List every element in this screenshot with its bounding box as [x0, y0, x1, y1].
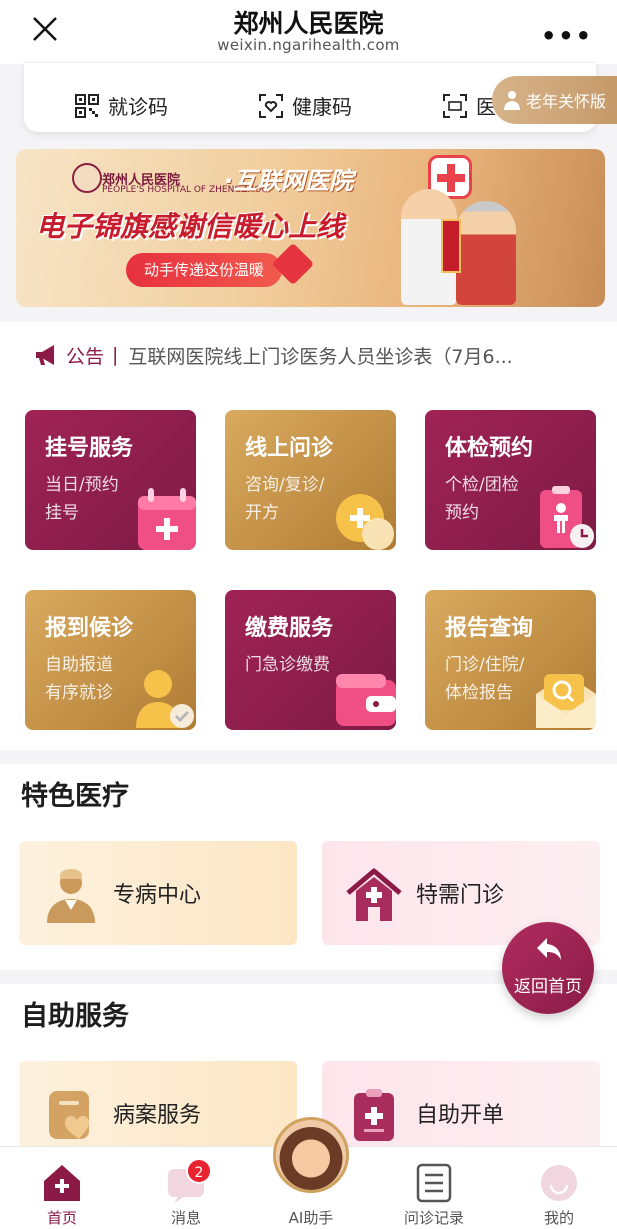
- record-heart-icon: [49, 1091, 90, 1139]
- calendar-plus-icon: [138, 488, 196, 550]
- page-url: weixin.ngarihealth.com: [217, 36, 400, 54]
- banner-internet-hospital: ·互联网医院: [224, 167, 354, 195]
- health-code-label: 健康码: [292, 95, 352, 119]
- health-scan-icon: [259, 93, 283, 118]
- report-query-tile[interactable]: 报告查询 门诊/住院/ 体检报告: [425, 590, 596, 730]
- chat-plus-icon: [336, 494, 394, 550]
- feature-label: 病案服务: [113, 1103, 202, 1128]
- tile-title: 报告查询: [445, 616, 534, 641]
- tile-desc: 当日/预约: [45, 475, 119, 495]
- tile-desc: 个检/团检: [445, 475, 519, 495]
- announcement-bar[interactable]: 公告 | 互联网医院线上门诊医务人员坐诊表（7月6...: [34, 341, 594, 369]
- tab-label: 问诊记录: [403, 1209, 464, 1227]
- tile-desc: 有序就诊: [45, 683, 113, 703]
- tile-desc: 咨询/复诊/: [245, 475, 325, 495]
- tab-profile[interactable]: 我的: [504, 1147, 614, 1229]
- more-menu-icon[interactable]: •••: [541, 22, 593, 50]
- person-check-icon: [136, 670, 194, 728]
- online-consult-tile[interactable]: 线上问诊 咨询/复诊/ 开方: [225, 410, 396, 550]
- tab-home[interactable]: 首页: [7, 1147, 117, 1229]
- banner-headline: 电子锦旗感谢信暖心上线: [36, 210, 345, 243]
- tile-desc: 门急诊缴费: [245, 655, 330, 675]
- clipboard-plus-icon: [354, 1089, 394, 1141]
- clipboard-person-icon: [540, 486, 594, 548]
- back-home-button[interactable]: 返回首页: [502, 922, 594, 1014]
- tile-title: 挂号服务: [45, 436, 134, 461]
- self-service-title: 自助服务: [21, 1001, 129, 1032]
- ai-assistant-avatar[interactable]: [273, 1117, 349, 1193]
- tab-label: AI助手: [288, 1209, 334, 1227]
- tab-consult-records[interactable]: 问诊记录: [379, 1147, 489, 1229]
- tile-desc: 挂号: [45, 503, 79, 523]
- tile-desc: 体检报告: [445, 683, 513, 703]
- feature-label: 特需门诊: [416, 883, 505, 908]
- health-code-button[interactable]: 健康码: [258, 91, 352, 120]
- tab-label: 我的: [543, 1209, 574, 1227]
- registration-service-tile[interactable]: 挂号服务 当日/预约 挂号: [25, 410, 196, 550]
- announcement-label: 公告: [66, 345, 105, 368]
- return-arrow-icon: [537, 938, 561, 960]
- doctor-icon: [47, 869, 95, 923]
- visit-code-label: 就诊码: [108, 95, 168, 119]
- tile-title: 线上问诊: [245, 436, 334, 461]
- hospital-house-icon: [346, 868, 402, 921]
- elder-mode-label: 老年关怀版: [526, 92, 607, 111]
- elder-person-icon: [504, 91, 520, 110]
- tile-desc: 预约: [445, 503, 479, 523]
- announcement-text: 互联网医院线上门诊医务人员坐诊表（7月6...: [128, 345, 513, 368]
- tile-title: 报到候诊: [45, 616, 134, 641]
- tab-messages[interactable]: 消息: [131, 1147, 241, 1229]
- feature-label: 专病中心: [113, 883, 202, 908]
- records-list-icon: [416, 1163, 452, 1203]
- announcement-separator: |: [112, 344, 119, 366]
- home-icon: [44, 1165, 80, 1201]
- feature-label: 自助开单: [416, 1103, 505, 1128]
- back-home-label: 返回首页: [514, 977, 582, 997]
- message-badge: 2: [186, 1158, 212, 1184]
- payment-service-tile[interactable]: 缴费服务 门急诊缴费: [225, 590, 396, 730]
- promo-banner[interactable]: 郑州人民医院 PEOPLE'S HOSPITAL OF ZHENGZHOU ·互…: [16, 149, 605, 307]
- megaphone-icon: [36, 345, 54, 365]
- insurance-code-button[interactable]: 医: [442, 91, 496, 120]
- featured-title: 特色医疗: [21, 781, 129, 812]
- insurance-card-icon: [443, 93, 467, 118]
- tile-title: 缴费服务: [245, 616, 334, 641]
- hospital-logo: [72, 163, 102, 193]
- patient-illustration: [456, 201, 516, 305]
- tab-label: 首页: [46, 1209, 77, 1227]
- tile-desc: 门诊/住院/: [445, 655, 525, 675]
- tile-desc: 开方: [245, 503, 279, 523]
- page-title: 郑州人民医院: [233, 9, 384, 38]
- elder-mode-button[interactable]: 老年关怀版: [492, 76, 617, 124]
- top-navbar: 郑州人民医院 weixin.ngarihealth.com •••: [0, 0, 617, 64]
- check-in-tile[interactable]: 报到候诊 自助报道 有序就诊: [25, 590, 196, 730]
- tile-desc: 自助报道: [45, 655, 113, 675]
- visit-code-button[interactable]: 就诊码: [74, 91, 168, 120]
- specialty-center-card[interactable]: 专病中心: [19, 841, 297, 945]
- wallet-icon: [336, 674, 396, 726]
- qr-code-icon: [75, 93, 99, 118]
- pennant-illustration: [441, 219, 461, 273]
- profile-icon: [541, 1165, 577, 1201]
- tab-label: 消息: [170, 1209, 201, 1227]
- report-search-icon: [536, 674, 596, 728]
- physical-exam-tile[interactable]: 体检预约 个检/团检 预约: [425, 410, 596, 550]
- banner-pill: 动手传递这份温暖: [126, 253, 283, 287]
- tile-title: 体检预约: [445, 436, 534, 461]
